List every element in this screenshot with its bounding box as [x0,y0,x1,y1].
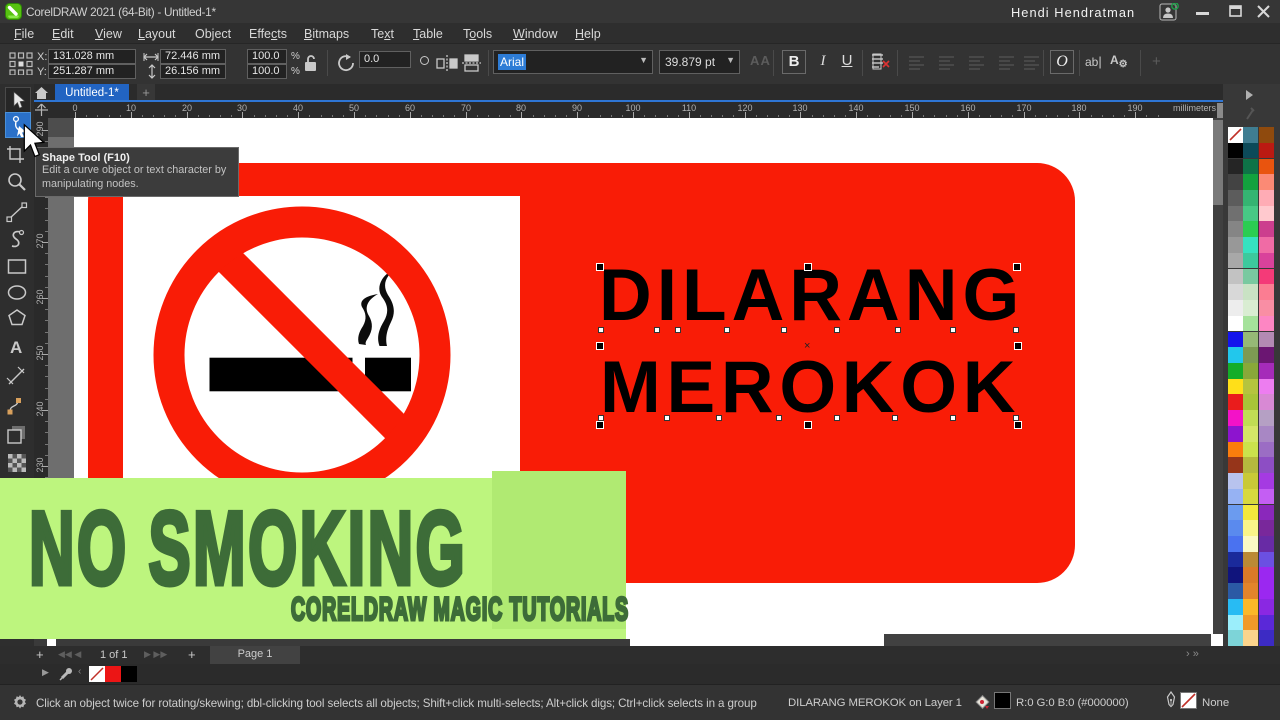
svg-text:A: A [10,338,22,357]
